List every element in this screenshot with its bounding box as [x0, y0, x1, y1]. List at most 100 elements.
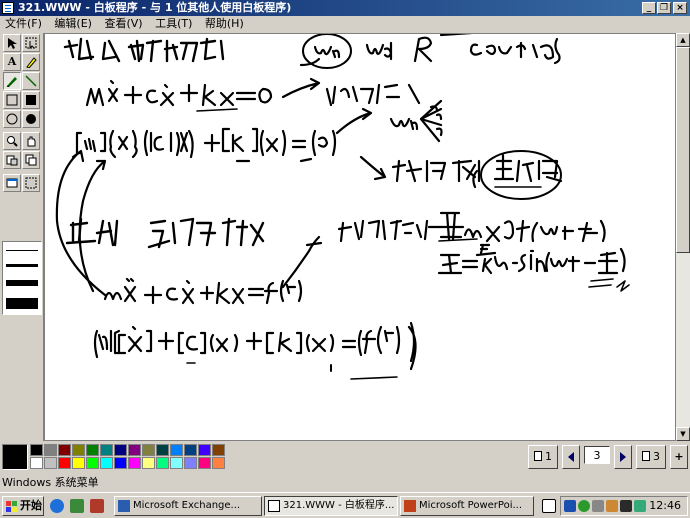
- color-swatch[interactable]: [212, 444, 225, 456]
- whiteboard-canvas[interactable]: [44, 33, 676, 441]
- system-tray: 12:46: [560, 496, 688, 516]
- color-swatch[interactable]: [142, 457, 155, 469]
- matrix-equation-forced: [93, 321, 417, 380]
- restore-button[interactable]: ❐: [657, 2, 671, 14]
- equation-free-vibration: [85, 79, 273, 112]
- shield-icon[interactable]: [606, 500, 618, 512]
- line-width-heaviest[interactable]: [6, 298, 38, 309]
- media-player-icon[interactable]: [90, 499, 104, 513]
- previous-page-button[interactable]: [562, 445, 580, 469]
- internet-explorer-icon[interactable]: [50, 499, 64, 513]
- handwritten-notes: [55, 34, 630, 380]
- menu-tools[interactable]: 工具(T): [151, 16, 196, 32]
- line-width-thin[interactable]: [6, 250, 38, 251]
- next-page-button[interactable]: [614, 445, 632, 469]
- color-swatch[interactable]: [58, 444, 71, 456]
- minimize-button[interactable]: _: [642, 2, 656, 14]
- color-swatch[interactable]: [72, 457, 85, 469]
- color-swatch[interactable]: [170, 444, 183, 456]
- color-swatch[interactable]: [156, 457, 169, 469]
- line-tool[interactable]: [22, 72, 40, 90]
- powerpoint-icon: [404, 500, 416, 512]
- color-swatch[interactable]: [156, 444, 169, 456]
- vertical-scrollbar[interactable]: ▲ ▼: [676, 33, 690, 441]
- area-select-tool[interactable]: [22, 34, 40, 52]
- menu-file[interactable]: 文件(F): [1, 16, 46, 32]
- color-swatch[interactable]: [44, 457, 57, 469]
- color-swatch[interactable]: [170, 457, 183, 469]
- filled-ellipse-tool[interactable]: [22, 110, 40, 128]
- insert-page-button[interactable]: +: [670, 445, 688, 469]
- color-swatch[interactable]: [72, 444, 85, 456]
- color-swatch[interactable]: [86, 444, 99, 456]
- heading-forced-vibration: [65, 217, 265, 249]
- tray-app-icon[interactable]: [634, 500, 646, 512]
- color-swatch[interactable]: [114, 457, 127, 469]
- color-swatch[interactable]: [198, 444, 211, 456]
- title-bar[interactable]: 321.WWW - 白板程序 - 与 1 位其他人使用白板程序) _ ❐ ×: [0, 0, 690, 16]
- netmeeting-icon[interactable]: [70, 499, 84, 513]
- color-swatch[interactable]: [128, 444, 141, 456]
- page-number-input[interactable]: [584, 446, 610, 464]
- pointer-select-tool[interactable]: [3, 34, 21, 52]
- remote-pointer-tool[interactable]: [22, 132, 40, 150]
- line-width-thick[interactable]: [6, 280, 38, 286]
- color-swatch[interactable]: [30, 457, 43, 469]
- color-swatch[interactable]: [58, 457, 71, 469]
- first-page-button[interactable]: 1: [528, 445, 558, 469]
- heading-free-vibration: [63, 37, 225, 63]
- task-powerpoint[interactable]: Microsoft PowerPoi...: [400, 496, 534, 516]
- toolbox: A: [0, 33, 44, 443]
- scroll-up-arrow-icon[interactable]: ▲: [676, 33, 690, 47]
- color-swatch[interactable]: [100, 457, 113, 469]
- select-area-tool[interactable]: [22, 174, 40, 192]
- line-width-selector: [2, 241, 42, 315]
- color-swatch[interactable]: [184, 444, 197, 456]
- menu-bar: 文件(F) 编辑(E) 查看(V) 工具(T) 帮助(H): [0, 16, 690, 32]
- hollow-rect-tool[interactable]: [3, 91, 21, 109]
- last-page-button[interactable]: 3: [636, 445, 666, 469]
- scroll-thumb[interactable]: [676, 47, 690, 253]
- select-window-tool[interactable]: [3, 174, 21, 192]
- whiteboard-window: 321.WWW - 白板程序 - 与 1 位其他人使用白板程序) _ ❐ × 文…: [0, 0, 690, 518]
- task-exchange[interactable]: Microsoft Exchange...: [114, 496, 262, 516]
- lock-contents-tool[interactable]: [3, 151, 21, 169]
- language-icon[interactable]: [564, 500, 576, 512]
- clock: 12:46: [649, 499, 681, 512]
- color-swatch[interactable]: [184, 457, 197, 469]
- close-button[interactable]: ×: [673, 2, 687, 14]
- network-icon[interactable]: [578, 500, 590, 512]
- menu-help[interactable]: 帮助(H): [201, 16, 248, 32]
- filled-rect-tool[interactable]: [22, 91, 40, 109]
- color-swatch[interactable]: [212, 457, 225, 469]
- triangle-right-icon: [620, 452, 626, 462]
- color-swatch[interactable]: [86, 457, 99, 469]
- pen-tool[interactable]: [3, 72, 21, 90]
- synchronize-tool[interactable]: [22, 151, 40, 169]
- color-swatch[interactable]: [142, 444, 155, 456]
- hollow-ellipse-tool[interactable]: [3, 110, 21, 128]
- page-icon: [534, 451, 542, 461]
- color-swatch[interactable]: [128, 457, 141, 469]
- color-swatch[interactable]: [30, 444, 43, 456]
- start-button[interactable]: 开始: [2, 496, 44, 516]
- speaker-icon[interactable]: [592, 500, 604, 512]
- color-swatch[interactable]: [114, 444, 127, 456]
- scroll-down-arrow-icon[interactable]: ▼: [676, 427, 690, 441]
- color-swatch[interactable]: [198, 457, 211, 469]
- task-whiteboard[interactable]: 321.WWW - 白板程序...: [264, 496, 398, 516]
- line-width-medium[interactable]: [6, 264, 38, 267]
- color-swatch[interactable]: [100, 444, 113, 456]
- text-tool[interactable]: A: [3, 53, 21, 71]
- color-swatch[interactable]: [44, 444, 57, 456]
- chat-icon[interactable]: [542, 499, 556, 513]
- window-title: 321.WWW - 白板程序 - 与 1 位其他人使用白板程序): [18, 1, 292, 14]
- exchange-icon: [118, 500, 130, 512]
- whiteboard-app-icon[interactable]: [2, 2, 14, 14]
- monitor-icon[interactable]: [620, 500, 632, 512]
- menu-view[interactable]: 查看(V): [100, 16, 146, 32]
- zoom-tool[interactable]: [3, 132, 21, 150]
- highlighter-tool[interactable]: [22, 53, 40, 71]
- bottom-panel: 1 3 +: [0, 441, 690, 473]
- menu-edit[interactable]: 编辑(E): [50, 16, 96, 32]
